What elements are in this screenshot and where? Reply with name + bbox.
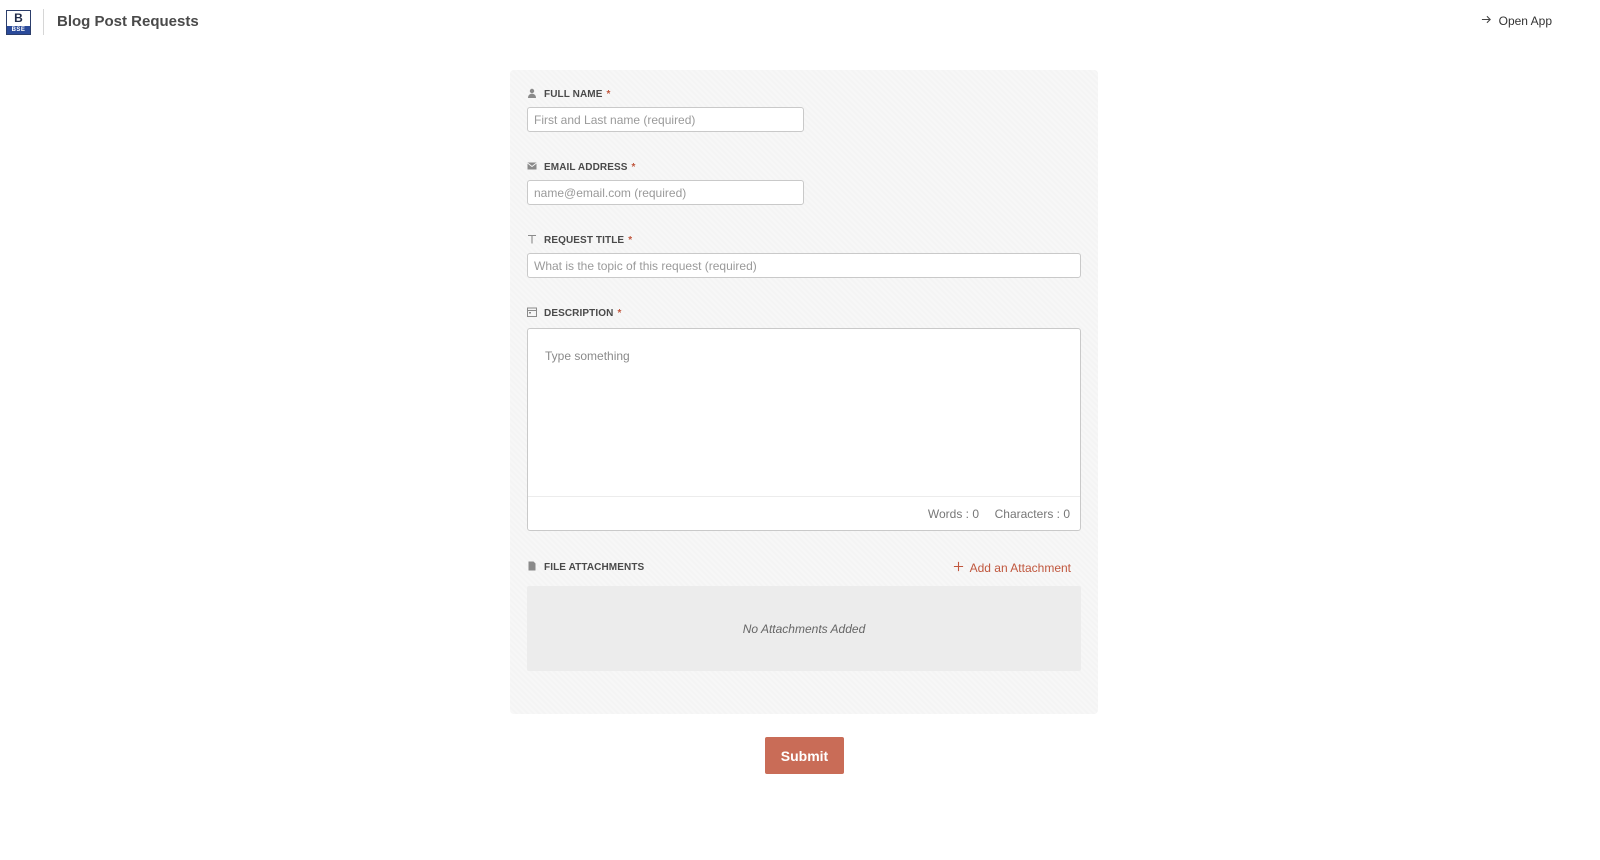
word-count: Words : 0 (927, 507, 979, 521)
required-mark: * (631, 162, 636, 173)
description-counter-bar: Words : 0 Characters : 0 (528, 496, 1080, 530)
open-app-link[interactable]: Open App (1481, 14, 1552, 28)
app-title: Blog Post Requests (57, 13, 199, 30)
attachments-dropzone[interactable]: No Attachments Added (527, 586, 1081, 671)
description-label: DESCRIPTION * (527, 307, 621, 320)
description-textarea[interactable] (528, 329, 1080, 497)
logo-letter: B (14, 11, 23, 25)
text-icon (527, 234, 537, 247)
envelope-icon (527, 161, 537, 174)
file-icon (527, 561, 537, 574)
email-label-text: EMAIL ADDRESS (544, 162, 628, 173)
email-input[interactable] (527, 180, 804, 205)
add-attachment-label: Add an Attachment (969, 561, 1071, 575)
app-logo[interactable]: B BSE (6, 10, 31, 35)
required-mark: * (606, 89, 611, 100)
calendar-icon (527, 307, 537, 320)
request-title-input[interactable] (527, 253, 1081, 278)
attachments-label: FILE ATTACHMENTS (527, 561, 644, 574)
request-title-label: REQUEST TITLE * (527, 234, 632, 247)
request-title-label-text: REQUEST TITLE (544, 235, 625, 246)
email-label: EMAIL ADDRESS * (527, 161, 636, 174)
no-attachments-text: No Attachments Added (742, 621, 866, 636)
attachments-label-text: FILE ATTACHMENTS (544, 562, 645, 573)
open-app-label: Open App (1498, 14, 1552, 28)
description-box: Words : 0 Characters : 0 (527, 328, 1081, 531)
arrow-right-icon (1481, 14, 1492, 28)
full-name-label-text: FULL NAME (544, 89, 603, 100)
form-card: FULL NAME* EMAIL ADDRESS* REQUEST TITLE*… (510, 70, 1098, 714)
description-label-text: DESCRIPTION (544, 308, 614, 319)
required-mark: * (617, 308, 622, 319)
header-divider (43, 9, 44, 35)
character-count: Characters : 0 (994, 507, 1070, 521)
app-header: B BSE Blog Post Requests Open App (0, 0, 1600, 44)
submit-button[interactable]: Submit (765, 737, 844, 774)
user-icon (527, 88, 537, 101)
full-name-input[interactable] (527, 107, 804, 132)
full-name-label: FULL NAME * (527, 88, 611, 101)
logo-subtext: BSE (7, 26, 30, 34)
plus-icon (953, 561, 964, 575)
add-attachment-button[interactable]: Add an Attachment (953, 561, 1071, 575)
required-mark: * (628, 235, 633, 246)
